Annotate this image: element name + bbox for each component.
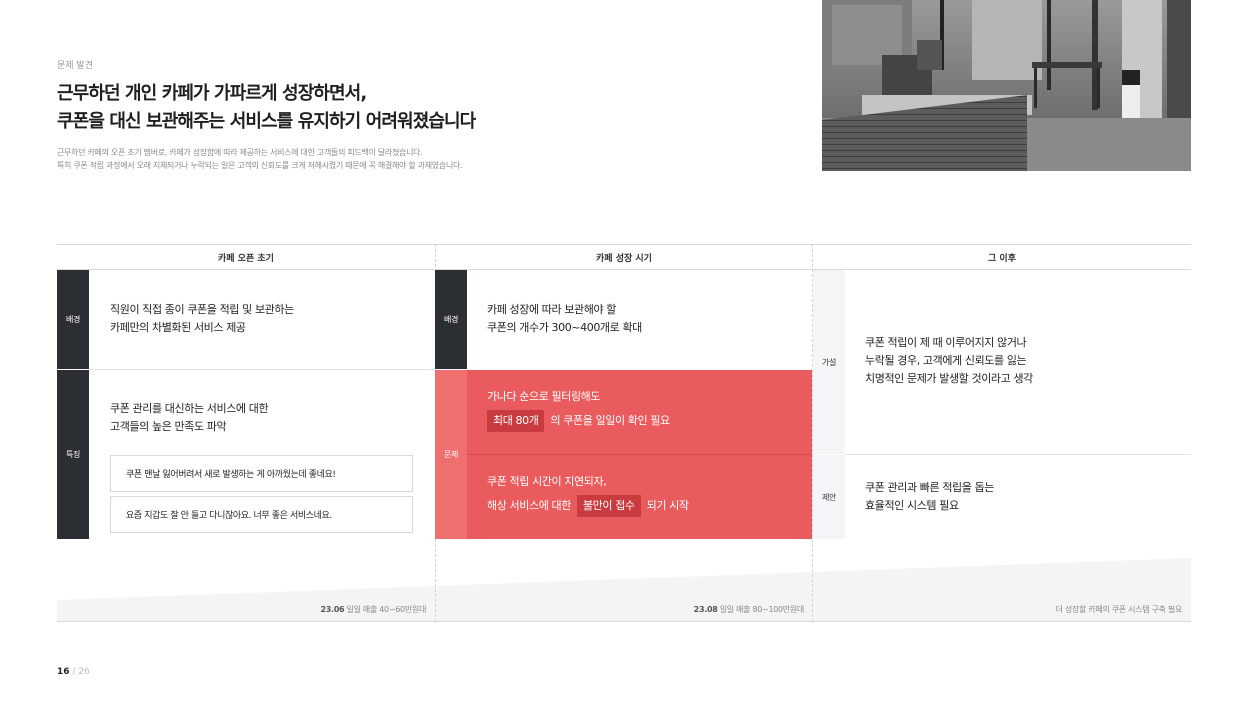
customer-quote-2: 요즘 지갑도 잘 안 들고 다니잖아요. 너무 좋은 서비스네요. — [110, 496, 413, 533]
tag-problem-growth: 문제 — [435, 370, 467, 539]
hypothesis-line-1: 쿠폰 적립이 제 때 이루어지지 않거나 — [865, 336, 1027, 349]
column-header-after: 그 이후 — [813, 244, 1191, 270]
tag-proposal: 제안 — [813, 455, 845, 539]
cafe-interior-photo — [822, 0, 1191, 171]
headline-line-1: 근무하던 개인 카페가 가파르게 성장하면서, — [57, 83, 367, 104]
section-eyebrow: 문제 발견 — [57, 61, 93, 71]
problem-1-highlight: 최대 80개 — [487, 410, 545, 432]
tag-feature-open: 특징 — [57, 370, 89, 539]
footer-after-note: 더 성장할 카페의 쿠폰 시스템 구축 필요 — [1055, 605, 1183, 614]
footer-divider — [57, 621, 1191, 622]
problem-2-text: 쿠폰 적립 시간이 지연되자, 해상 서비스에 대한 불만이 접수 되기 시작 — [487, 473, 689, 517]
hypothesis-text: 쿠폰 적립이 제 때 이루어지지 않거나 누락될 경우, 고객에게 신뢰도를 잃… — [865, 334, 1033, 388]
open-background-line-1: 직원이 직접 종이 쿠폰을 적립 및 보관하는 — [110, 303, 294, 316]
column-header-growth: 카페 성장 시기 — [435, 244, 813, 270]
tag-background-growth: 배경 — [435, 270, 467, 369]
problem-1-rest: 의 쿠폰을 일일이 확인 필요 — [550, 414, 670, 427]
description-line-1: 근무하던 카페의 오픈 초기 멤버로, 카페가 성장함에 따라 제공하는 서비스… — [57, 148, 423, 157]
cafe-photo-illustration — [822, 0, 1191, 171]
hypothesis-line-3: 치명적인 문제가 발생할 것이라고 생각 — [865, 372, 1033, 385]
hypothesis-line-2: 누락될 경우, 고객에게 신뢰도를 잃는 — [865, 354, 1027, 367]
proposal-text: 쿠폰 관리과 빠른 적립을 돕는 효율적인 시스템 필요 — [865, 479, 994, 515]
problem-2-line-2: 해상 서비스에 대한 불만이 접수 되기 시작 — [487, 495, 689, 517]
problem-1-line-2: 최대 80개 의 쿠폰을 일일이 확인 필요 — [487, 410, 670, 432]
growth-background-line-2: 쿠폰의 개수가 300~400개로 확대 — [487, 321, 642, 334]
page-current: 16 — [57, 667, 70, 677]
footer-growth: 23.08 일일 매출 80~100만원대 — [435, 604, 805, 615]
headline-line-2: 쿠폰을 대신 보관해주는 서비스를 유지하기 어려워졌습니다 — [57, 111, 476, 132]
open-feature-line-2: 고객들의 높은 만족도 파악 — [110, 420, 227, 433]
footer-open-date: 23.06 — [320, 605, 345, 614]
page-indicator: 16 / 26 — [57, 667, 90, 677]
timeline-table: 카페 오픈 초기 카페 성장 시기 그 이후 배경 직원이 직접 종이 쿠폰을 … — [57, 244, 1191, 622]
problem-2-rest: 되기 시작 — [646, 499, 689, 512]
growth-background-text: 카페 성장에 따라 보관해야 할 쿠폰의 개수가 300~400개로 확대 — [487, 301, 642, 337]
page-total: 26 — [78, 667, 90, 677]
row-divider — [845, 454, 1191, 455]
column-header-open: 카페 오픈 초기 — [57, 244, 435, 270]
tag-background-open: 배경 — [57, 270, 89, 369]
open-background-line-2: 카페만의 차별화된 서비스 제공 — [110, 321, 246, 334]
row-divider — [89, 369, 435, 370]
proposal-line-1: 쿠폰 관리과 빠른 적립을 돕는 — [865, 481, 995, 494]
tag-hypothesis: 가설 — [813, 270, 845, 454]
footer-open: 23.06 일일 매출 40~60만원대 — [57, 604, 426, 615]
page-description: 근무하던 카페의 오픈 초기 멤버로, 카페가 성장함에 따라 제공하는 서비스… — [57, 146, 463, 172]
footer-growth-date: 23.08 — [693, 605, 718, 614]
footer-open-sales: 일일 매출 40~60만원대 — [346, 605, 427, 614]
problem-1-text: 가나다 순으로 필터링해도 최대 80개 의 쿠폰을 일일이 확인 필요 — [487, 388, 670, 432]
problem-divider — [467, 454, 812, 455]
problem-2-highlight: 불만이 접수 — [576, 495, 641, 517]
open-feature-text: 쿠폰 관리를 대신하는 서비스에 대한 고객들의 높은 만족도 파악 — [110, 400, 269, 436]
customer-quote-1: 쿠폰 맨날 잃어버려서 새로 발생하는 게 아까웠는데 좋네요! — [110, 455, 413, 492]
problem-2-pre: 해상 서비스에 대한 — [487, 499, 571, 512]
proposal-line-2: 효율적인 시스템 필요 — [865, 499, 959, 512]
description-line-2: 특히 쿠폰 적립 과정에서 오래 지체되거나 누락되는 일은 고객의 신뢰도를 … — [57, 161, 463, 170]
problem-2-line-1: 쿠폰 적립 시간이 지연되자, — [487, 475, 607, 488]
problem-1-line-1: 가나다 순으로 필터링해도 — [487, 390, 601, 403]
open-feature-line-1: 쿠폰 관리를 대신하는 서비스에 대한 — [110, 402, 269, 415]
open-background-text: 직원이 직접 종이 쿠폰을 적립 및 보관하는 카페만의 차별화된 서비스 제공 — [110, 301, 294, 337]
footer-growth-sales: 일일 매출 80~100만원대 — [719, 605, 805, 614]
growth-background-line-1: 카페 성장에 따라 보관해야 할 — [487, 303, 617, 316]
page-headline: 근무하던 개인 카페가 가파르게 성장하면서, 쿠폰을 대신 보관해주는 서비스… — [57, 80, 476, 136]
